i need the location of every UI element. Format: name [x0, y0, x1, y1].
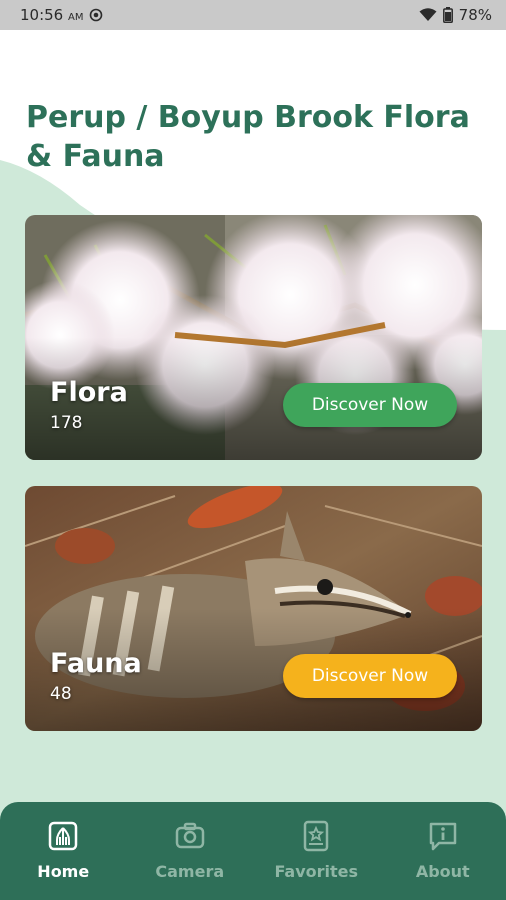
bottom-nav: Home Camera Favorites About: [0, 802, 506, 900]
flora-title: Flora: [50, 377, 128, 408]
fauna-title: Fauna: [50, 648, 142, 679]
nav-label-camera: Camera: [155, 862, 225, 881]
record-icon: [90, 8, 103, 22]
nav-label-favorites: Favorites: [274, 862, 359, 881]
status-bar: 10:56 AM 78%: [0, 0, 506, 30]
fauna-count: 48: [50, 684, 72, 704]
page-title: Perup / Boyup Brook Flora & Fauna: [26, 100, 470, 174]
nav-label-home: Home: [37, 862, 90, 881]
nav-item-favorites[interactable]: Favorites: [261, 820, 371, 881]
flora-discover-button[interactable]: Discover Now: [283, 383, 457, 427]
status-time: 10:56 AM: [20, 6, 84, 24]
battery-level: 78%: [458, 6, 492, 24]
home-icon: [49, 821, 78, 851]
about-icon: [429, 822, 456, 851]
flora-card[interactable]: Flora 178 Discover Now: [25, 215, 482, 460]
fauna-card[interactable]: Fauna 48 Discover Now: [25, 486, 482, 731]
flora-count: 178: [50, 413, 83, 433]
nav-label-about: About: [415, 862, 470, 881]
fauna-discover-button[interactable]: Discover Now: [283, 654, 457, 698]
nav-item-camera[interactable]: Camera: [135, 820, 245, 881]
camera-icon: [175, 822, 204, 849]
wifi-icon: [419, 8, 437, 21]
battery-icon: [442, 7, 453, 23]
favorites-icon: [304, 820, 329, 852]
nav-item-about[interactable]: About: [388, 820, 498, 881]
nav-item-home[interactable]: Home: [8, 820, 118, 881]
